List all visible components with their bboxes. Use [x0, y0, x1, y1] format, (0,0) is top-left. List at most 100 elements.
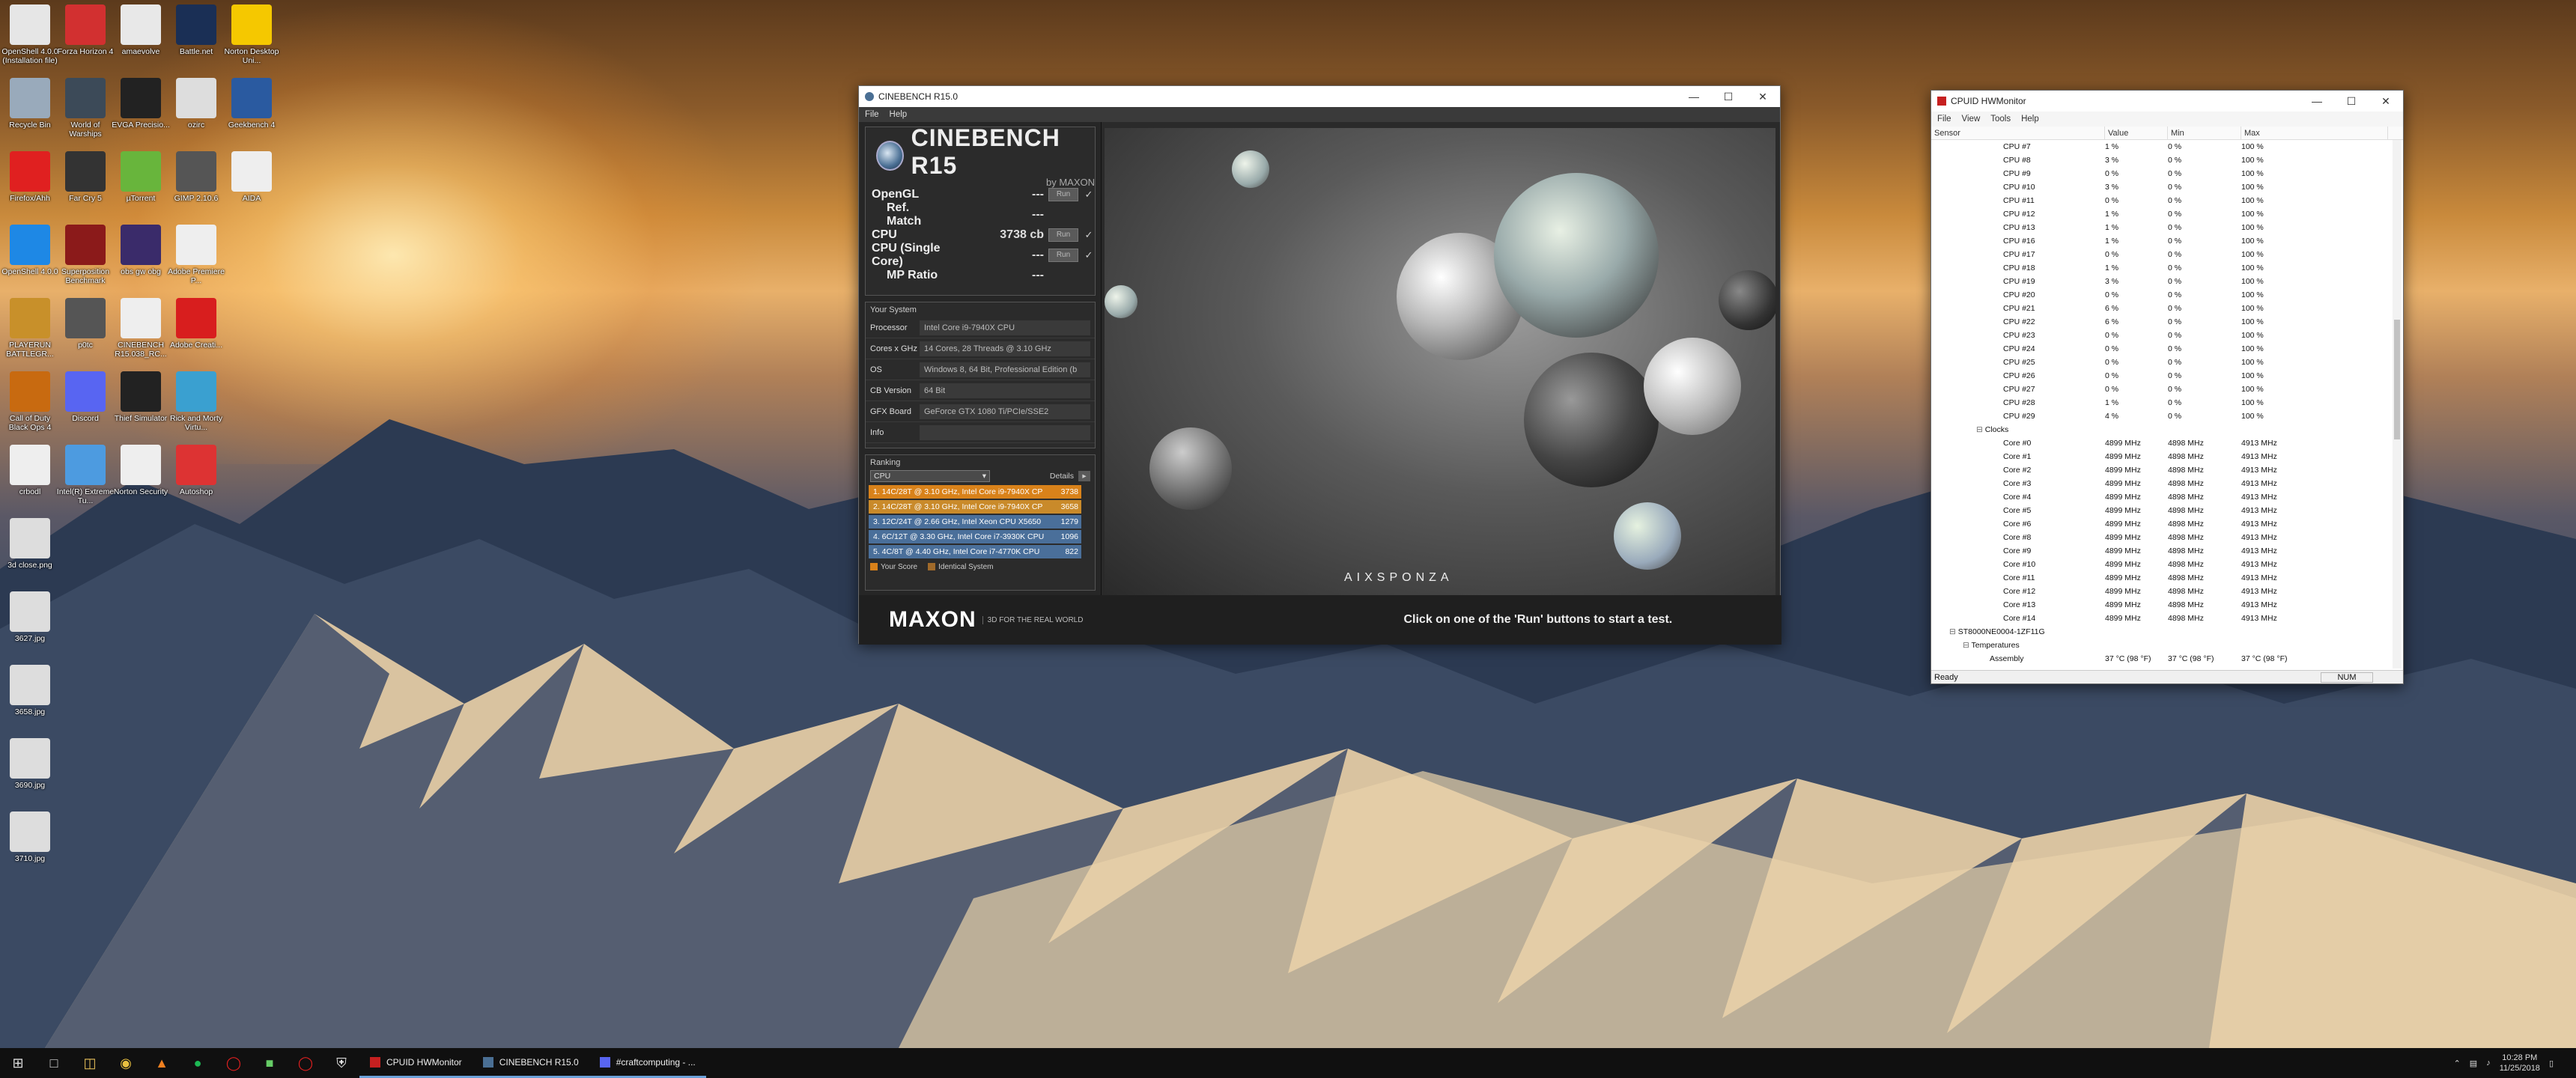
desktop-icon[interactable]: 3658.jpg: [0, 665, 60, 740]
desktop-icon[interactable]: CINEBENCH R15.038_RC...: [111, 298, 171, 373]
sensor-row[interactable]: Core #14 4899 MHz 4898 MHz 4913 MHz: [1931, 612, 2403, 625]
desktop-icon[interactable]: Far Cry 5: [55, 151, 115, 226]
col-sensor[interactable]: Sensor: [1931, 127, 2105, 139]
sensor-row[interactable]: CPU #11 0 % 0 % 100 %: [1931, 194, 2403, 207]
desktop-icon[interactable]: crbodl: [0, 445, 60, 520]
taskbar-app-button[interactable]: #craftcomputing - ...: [589, 1048, 706, 1078]
desktop-icon[interactable]: Recycle Bin: [0, 78, 60, 153]
desktop-icon[interactable]: PLAYERUN BATTLEGR...: [0, 298, 60, 373]
desktop-icon[interactable]: Adobe Premiere P...: [166, 225, 226, 299]
sensor-row[interactable]: CPU #25 0 % 0 % 100 %: [1931, 356, 2403, 369]
close-button[interactable]: ✕: [2369, 91, 2403, 112]
sensor-row[interactable]: CPU #28 1 % 0 % 100 %: [1931, 396, 2403, 409]
sensor-row[interactable]: CPU #16 1 % 0 % 100 %: [1931, 234, 2403, 248]
vertical-scrollbar[interactable]: [2393, 140, 2402, 669]
run-button[interactable]: Run: [1048, 248, 1078, 262]
sensor-row[interactable]: Core #1 4899 MHz 4898 MHz 4913 MHz: [1931, 450, 2403, 463]
sensor-row[interactable]: CPU #13 1 % 0 % 100 %: [1931, 221, 2403, 234]
desktop-icon[interactable]: Geekbench 4: [222, 78, 282, 153]
menu-help[interactable]: Help: [2021, 115, 2039, 124]
network-icon[interactable]: ▤: [2470, 1059, 2477, 1068]
details-toggle-button[interactable]: ▸: [1078, 471, 1090, 481]
run-button[interactable]: Run: [1048, 228, 1078, 242]
file-explorer-icon[interactable]: ◫: [72, 1048, 108, 1078]
sensor-row[interactable]: CPU #12 1 % 0 % 100 %: [1931, 207, 2403, 221]
col-max[interactable]: Max: [2241, 127, 2388, 139]
desktop-icon[interactable]: Thief Simulator: [111, 371, 171, 446]
sensor-row[interactable]: CPU #26 0 % 0 % 100 %: [1931, 369, 2403, 383]
ranking-row[interactable]: 5. 4C/8T @ 4.40 GHz, Intel Core i7-4770K…: [869, 545, 1081, 558]
desktop-icon[interactable]: Intel(R) Extreme Tu...: [55, 445, 115, 520]
app64-icon[interactable]: ■: [252, 1048, 288, 1078]
menu-file[interactable]: File: [865, 110, 879, 119]
col-value[interactable]: Value: [2105, 127, 2168, 139]
menu-tools[interactable]: Tools: [1990, 115, 2011, 124]
sensor-row[interactable]: ⊟ ST8000NE0004-1ZF11G: [1931, 625, 2403, 639]
desktop-icon[interactable]: amaevolve: [111, 4, 171, 79]
desktop-icon[interactable]: Rick and Morty Virtu...: [166, 371, 226, 446]
desktop-icon[interactable]: 3627.jpg: [0, 591, 60, 666]
sensor-row[interactable]: CPU #7 1 % 0 % 100 %: [1931, 140, 2403, 153]
sensor-row[interactable]: CPU #20 0 % 0 % 100 %: [1931, 288, 2403, 302]
desktop-icon[interactable]: GIMP 2.10.6: [166, 151, 226, 226]
sensor-row[interactable]: Core #9 4899 MHz 4898 MHz 4913 MHz: [1931, 544, 2403, 558]
tree-expand-icon[interactable]: ⊟: [1963, 641, 1972, 650]
sensor-row[interactable]: Core #6 4899 MHz 4898 MHz 4913 MHz: [1931, 517, 2403, 531]
start-button[interactable]: ⊞: [0, 1048, 36, 1078]
desktop-icon[interactable]: Firefox/Ahh: [0, 151, 60, 226]
desktop-icon[interactable]: p0tc: [55, 298, 115, 373]
sensor-row[interactable]: Core #5 4899 MHz 4898 MHz 4913 MHz: [1931, 504, 2403, 517]
minimize-button[interactable]: —: [2300, 91, 2334, 112]
checkbox-icon[interactable]: ✓: [1083, 229, 1095, 241]
sensor-row[interactable]: CPU #9 0 % 0 % 100 %: [1931, 167, 2403, 180]
notification-icon[interactable]: ▯: [2549, 1059, 2554, 1068]
tree-expand-icon[interactable]: ⊟: [1976, 425, 1985, 434]
sensor-row[interactable]: CPU #19 3 % 0 % 100 %: [1931, 275, 2403, 288]
desktop-icon[interactable]: OpenShell 4.0.0: [0, 225, 60, 299]
desktop-icon[interactable]: OpenShell 4.0.0 (Installation file): [0, 4, 60, 79]
desktop-icon[interactable]: 3690.jpg: [0, 738, 60, 813]
sensor-row[interactable]: Core #3 4899 MHz 4898 MHz 4913 MHz: [1931, 477, 2403, 490]
run-button[interactable]: Run: [1048, 187, 1078, 201]
ranking-row[interactable]: 4. 6C/12T @ 3.30 GHz, Intel Core i7-3930…: [869, 530, 1081, 543]
ranking-row[interactable]: 3. 12C/24T @ 2.66 GHz, Intel Xeon CPU X5…: [869, 515, 1081, 529]
sensor-row[interactable]: CPU #8 3 % 0 % 100 %: [1931, 153, 2403, 167]
sensor-row[interactable]: ⊟ Temperatures: [1931, 639, 2403, 652]
desktop-icon[interactable]: ozirc: [166, 78, 226, 153]
shield-icon[interactable]: ⛨: [323, 1048, 359, 1078]
taskbar-app-button[interactable]: CPUID HWMonitor: [359, 1048, 473, 1078]
sensor-row[interactable]: CPU #23 0 % 0 % 100 %: [1931, 329, 2403, 342]
ranking-row[interactable]: 2. 14C/28T @ 3.10 GHz, Intel Core i9-794…: [869, 500, 1081, 514]
sensor-row[interactable]: Core #0 4899 MHz 4898 MHz 4913 MHz: [1931, 436, 2403, 450]
ranking-row[interactable]: 1. 14C/28T @ 3.10 GHz, Intel Core i9-794…: [869, 485, 1081, 499]
minimize-button[interactable]: —: [1677, 86, 1711, 107]
scrollbar-thumb[interactable]: [2394, 320, 2400, 439]
sensor-row[interactable]: CPU #22 6 % 0 % 100 %: [1931, 315, 2403, 329]
spotify-icon[interactable]: ●: [180, 1048, 216, 1078]
sensor-row[interactable]: CPU #27 0 % 0 % 100 %: [1931, 383, 2403, 396]
sensor-row[interactable]: Assembly 37 °C (98 °F) 37 °C (98 °F) 37 °C …: [1931, 652, 2403, 664]
hwmonitor-window[interactable]: CPUID HWMonitor — ☐ ✕ File View Tools He…: [1931, 90, 2404, 684]
desktop-icon[interactable]: Superposition Benchmark: [55, 225, 115, 299]
desktop-icon[interactable]: Battle.net: [166, 4, 226, 79]
sensor-row[interactable]: ⊟ Clocks: [1931, 423, 2403, 436]
opera-gx-icon[interactable]: ◯: [288, 1048, 323, 1078]
chevron-up-icon[interactable]: ⌃: [2454, 1059, 2461, 1068]
checkbox-icon[interactable]: ✓: [1083, 189, 1095, 201]
desktop-icon[interactable]: Call of Duty Black Ops 4: [0, 371, 60, 446]
desktop-icon[interactable]: Norton Desktop Uni...: [222, 4, 282, 79]
sensor-row[interactable]: CPU #21 6 % 0 % 100 %: [1931, 302, 2403, 315]
cinebench-window[interactable]: CINEBENCH R15.0 — ☐ ✕ File Help CINEBENC…: [858, 85, 1781, 645]
chrome-icon[interactable]: ◉: [108, 1048, 144, 1078]
sensor-row[interactable]: CPU #29 4 % 0 % 100 %: [1931, 409, 2403, 423]
desktop-icon[interactable]: µTorrent: [111, 151, 171, 226]
cinebench-titlebar[interactable]: CINEBENCH R15.0 — ☐ ✕: [859, 86, 1780, 107]
desktop-icon[interactable]: Autoshop: [166, 445, 226, 520]
sensor-row[interactable]: Core #8 4899 MHz 4898 MHz 4913 MHz: [1931, 531, 2403, 544]
desktop-icon[interactable]: Discord: [55, 371, 115, 446]
desktop-icon[interactable]: Adobe Creati...: [166, 298, 226, 373]
menu-file[interactable]: File: [1937, 115, 1951, 124]
sensor-row[interactable]: Core #4 4899 MHz 4898 MHz 4913 MHz: [1931, 490, 2403, 504]
close-button[interactable]: ✕: [1746, 86, 1780, 107]
desktop-icon[interactable]: obs gw obg: [111, 225, 171, 299]
